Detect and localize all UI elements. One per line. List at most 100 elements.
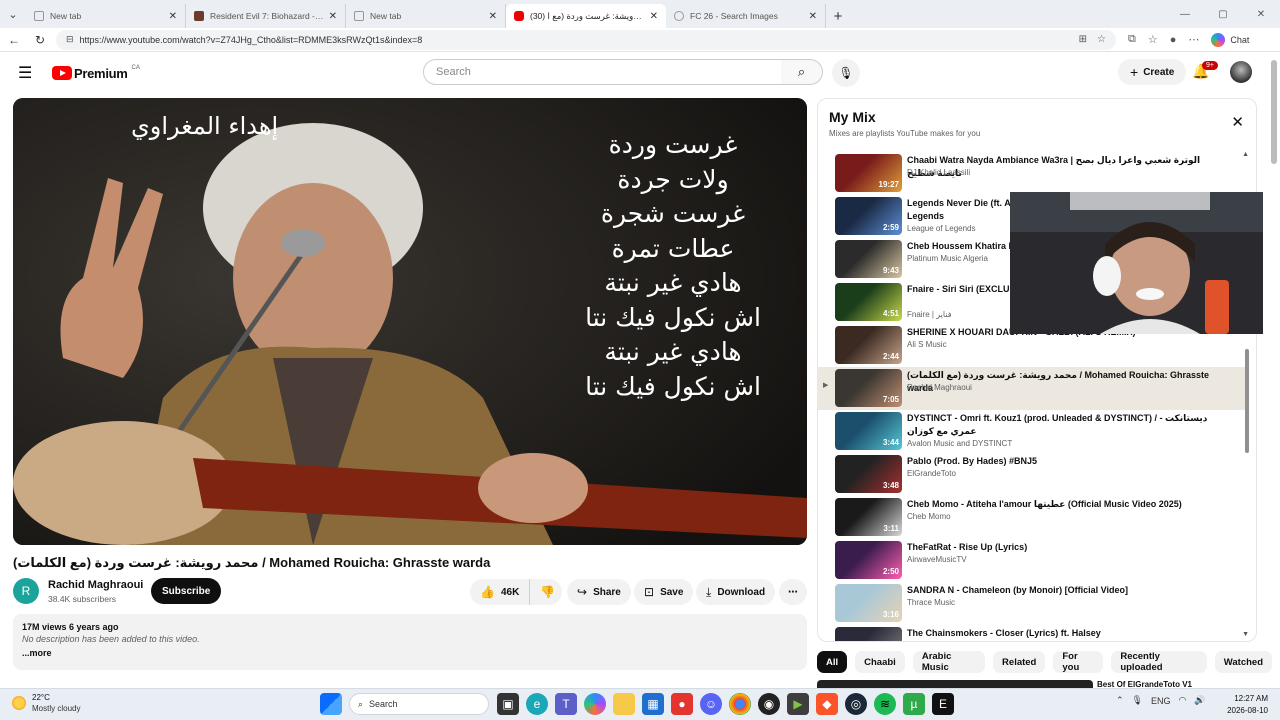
page-scrollbar[interactable] — [1271, 60, 1277, 164]
copilot-chat-button[interactable]: Chat — [1211, 32, 1249, 47]
filter-chip[interactable]: Arabic Music — [912, 651, 986, 673]
filter-chip[interactable]: Chaabi — [855, 651, 905, 673]
close-window-icon[interactable]: ✕ — [1242, 0, 1280, 28]
obs-icon[interactable]: ◉ — [758, 693, 780, 715]
wifi-icon[interactable]: ◠ — [1179, 695, 1187, 706]
filter-chip[interactable]: For you — [1053, 651, 1104, 673]
video-thumbnail[interactable] — [835, 627, 902, 641]
reload-icon[interactable]: ↻ — [28, 28, 52, 52]
like-button[interactable]: 👍 46K — [470, 579, 531, 605]
youtube-premium-logo[interactable]: Premium CA — [52, 65, 140, 81]
video-thumbnail[interactable]: 2:59 — [835, 197, 902, 235]
close-icon[interactable]: ✕ — [650, 11, 658, 22]
channel-avatar[interactable]: R — [13, 578, 39, 604]
video-thumbnail[interactable]: 9:43 — [835, 240, 902, 278]
favorites-icon[interactable]: ☆ — [1148, 33, 1158, 46]
video-thumbnail[interactable]: 3:16 — [835, 584, 902, 622]
file-explorer-icon[interactable] — [613, 693, 635, 715]
playlist-item-title[interactable]: SANDRA N - Chameleon (by Monoir) [Offici… — [907, 584, 1227, 597]
browser-tab-1[interactable]: New tab ✕ — [26, 4, 186, 28]
next-recommendation-title[interactable]: Best Of ElGrandeToto V1 — [1097, 680, 1192, 688]
url-field[interactable]: ⊟ https://www.youtube.com/watch?v=Z74JHg… — [56, 29, 1116, 50]
utorrent-icon[interactable]: µ — [903, 693, 925, 715]
channel-name[interactable]: Rachid Maghraoui — [48, 579, 143, 591]
profile-icon[interactable]: ● — [1170, 34, 1177, 46]
browser-tab-2[interactable]: Resident Evil 7: Biohazard - Gold E ✕ — [186, 4, 346, 28]
back-arrow-icon[interactable]: ← — [2, 28, 26, 52]
more-actions-button[interactable]: ⋯ — [779, 579, 807, 605]
show-more-link[interactable]: ...more — [22, 648, 798, 658]
playlist-item[interactable]: The Chainsmokers - Closer (Lyrics) ft. H… — [818, 625, 1248, 641]
scroll-down-arrow-icon[interactable]: ▼ — [1242, 631, 1249, 638]
windows-start-icon[interactable] — [320, 693, 342, 715]
minimize-icon[interactable]: — — [1166, 0, 1204, 28]
filter-chip[interactable]: Related — [993, 651, 1046, 673]
filter-chip[interactable]: Recently uploaded — [1111, 651, 1207, 673]
volume-icon[interactable]: 🔊 — [1194, 695, 1205, 706]
extensions-icon[interactable]: ⧉ — [1128, 33, 1136, 46]
app-available-icon[interactable]: ⊞ — [1079, 34, 1087, 45]
subscribe-button[interactable]: Subscribe — [151, 578, 222, 604]
video-thumbnail[interactable]: 7:05 — [835, 369, 902, 407]
playlist-item-title[interactable]: Pablo (Prod. By Hades) #BNJ5 — [907, 455, 1227, 468]
favorite-star-icon[interactable]: ☆ — [1097, 34, 1106, 45]
video-thumbnail[interactable]: 3:48 — [835, 455, 902, 493]
teams-icon[interactable]: T — [555, 693, 577, 715]
playlist-item[interactable]: 3:48 Pablo (Prod. By Hades) #BNJ5 ElGrande… — [818, 453, 1248, 496]
menu-dots-icon[interactable]: ⋯ — [1188, 33, 1199, 46]
maximize-icon[interactable]: ▢ — [1204, 0, 1242, 28]
description-box[interactable]: 17M views 6 years ago No description has… — [13, 614, 807, 670]
video-thumbnail[interactable]: 2:50 — [835, 541, 902, 579]
playlist-item[interactable]: 3:16 SANDRA N - Chameleon (by Monoir) [Of… — [818, 582, 1248, 625]
spotify-icon[interactable]: ≋ — [874, 693, 896, 715]
search-button[interactable]: ⌕ — [781, 59, 823, 85]
hamburger-menu-icon[interactable]: ☰ — [18, 63, 42, 83]
video-thumbnail[interactable]: 3:11 — [835, 498, 902, 536]
site-info-icon[interactable]: ⊟ — [66, 34, 74, 45]
clock[interactable]: 12:27 AM 2026-08-10 — [1224, 693, 1268, 717]
video-thumbnail[interactable]: 4:51 — [835, 283, 902, 321]
scroll-up-arrow-icon[interactable]: ▲ — [1242, 151, 1249, 158]
epic-games-icon[interactable]: E — [932, 693, 954, 715]
dislike-button[interactable]: 👎 — [530, 585, 565, 599]
app-icon[interactable]: ● — [671, 693, 693, 715]
playlist-item[interactable]: ▶ 7:05 محمد رويشة: غرست وردة (مع الكلمات) … — [818, 367, 1248, 410]
steam-icon[interactable]: ◎ — [845, 693, 867, 715]
voice-search-mic-icon[interactable]: 🎙 — [832, 59, 860, 87]
playlist-item[interactable]: 3:11 Cheb Momo - Atiteha l'amour عطيتها (… — [818, 496, 1248, 539]
playlist-item-title[interactable]: TheFatRat - Rise Up (Lyrics) — [907, 541, 1227, 554]
video-thumbnail[interactable]: 3:44 — [835, 412, 902, 450]
download-button[interactable]: ⤓ Download — [696, 579, 776, 605]
close-icon[interactable]: ✕ — [809, 11, 817, 22]
browser-tab-5[interactable]: FC 26 - Search Images ✕ — [666, 4, 826, 28]
video-player[interactable]: إهداء المغراوي غرست وردة ولات جردة غرست … — [13, 98, 807, 545]
microphone-icon[interactable]: 🎙 — [1132, 695, 1143, 706]
close-playlist-icon[interactable]: ✕ — [1231, 113, 1244, 131]
weather-widget[interactable]: 22°C Mostly cloudy — [12, 692, 80, 714]
brave-icon[interactable]: ◆ — [816, 693, 838, 715]
taskbar-search[interactable]: ⌕ Search — [349, 693, 489, 715]
next-recommendation-thumb[interactable] — [817, 680, 1093, 688]
language-indicator[interactable]: ENG — [1151, 696, 1171, 706]
tab-list-chevron-icon[interactable]: ⌄ — [0, 0, 26, 28]
playlist-scrollbar[interactable] — [1245, 349, 1249, 453]
store-icon[interactable]: ▦ — [642, 693, 664, 715]
edge-icon[interactable]: e — [526, 693, 548, 715]
task-view-icon[interactable]: ▣ — [497, 693, 519, 715]
playlist-item[interactable]: 19:27 Chaabi Watra Nayda Ambiance Wa3ra |… — [818, 152, 1248, 195]
close-icon[interactable]: ✕ — [329, 11, 337, 22]
playlist-item[interactable]: 2:50 TheFatRat - Rise Up (Lyrics) AirwaveM… — [818, 539, 1248, 582]
video-thumbnail[interactable]: 2:44 — [835, 326, 902, 364]
nvidia-icon[interactable]: ▶ — [787, 693, 809, 715]
new-tab-plus-icon[interactable]: + — [826, 4, 850, 28]
create-button[interactable]: + Create — [1118, 59, 1187, 85]
chrome-icon[interactable] — [729, 693, 751, 715]
share-button[interactable]: ↪ Share — [567, 579, 631, 605]
discord-icon[interactable]: ☺ — [700, 693, 722, 715]
browser-tab-4[interactable]: (30) محمد رويشة: غرست وردة (مع ا ✕ — [506, 4, 666, 28]
chevron-up-icon[interactable]: ⌃ — [1116, 695, 1124, 706]
copilot-icon[interactable] — [584, 693, 606, 715]
close-icon[interactable]: ✕ — [169, 11, 177, 22]
video-thumbnail[interactable]: 19:27 — [835, 154, 902, 192]
search-input[interactable]: Search — [423, 59, 783, 85]
